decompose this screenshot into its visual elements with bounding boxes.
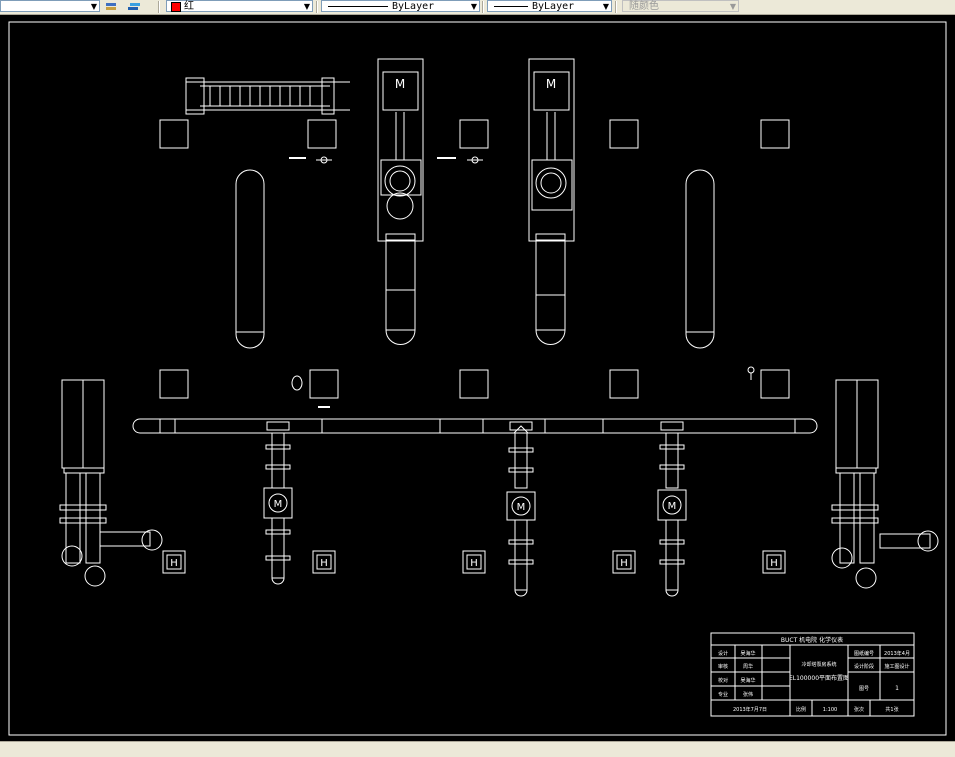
agitator-unit-right: M (528, 58, 575, 345)
support-label: H (470, 558, 478, 569)
plotstyle-dropdown[interactable]: 随颜色 ▼ (622, 0, 739, 12)
toolbar-separator (316, 1, 318, 13)
title-cell: 吴海华 (740, 677, 755, 684)
title-cell: 2013年7月7日 (733, 706, 767, 713)
vessel-left (235, 169, 265, 349)
title-cell: 图纸编号 (854, 650, 874, 657)
motor-label: M (395, 77, 405, 91)
project-name: 冷却塔泵房系统 (801, 661, 836, 668)
title-block: BUCT 机电院 化学仪表 设计 吴海华 图纸编号 2013年4月 审核 周华 … (710, 632, 915, 717)
support-label: H (770, 558, 778, 569)
linetype-preview-line (328, 6, 388, 7)
toolbar-separator (482, 1, 484, 13)
chevron-down-icon[interactable]: ▼ (471, 1, 477, 12)
layer-previous-icon[interactable] (104, 0, 118, 13)
motor-label: M (274, 499, 283, 510)
foundation-squares-top (159, 119, 790, 149)
toolbar-separator (158, 1, 160, 13)
chevron-down-icon[interactable]: ▼ (91, 1, 97, 12)
layer-states-icon[interactable] (126, 0, 142, 13)
title-cell: 审核 (718, 663, 728, 670)
vessel-right (685, 169, 715, 349)
title-cell: 1 (895, 685, 899, 692)
support-label: H (620, 558, 628, 569)
support-label: H (170, 558, 178, 569)
pump-branch-1: M (263, 421, 293, 585)
pump-branch-3: M (657, 421, 687, 597)
plotstyle-value: 随颜色 (629, 1, 659, 12)
side-pump-right (831, 379, 939, 589)
chevron-down-icon[interactable]: ▼ (304, 1, 310, 12)
color-value: 红 (184, 1, 194, 12)
support-symbols: H H H H H (162, 550, 786, 574)
drawing-border (8, 21, 947, 736)
title-cell: 吴海华 (740, 650, 755, 657)
lineweight-value: ByLayer (532, 1, 575, 12)
linetype-dropdown[interactable]: ByLayer ▼ (321, 0, 480, 12)
color-swatch-icon (171, 2, 181, 12)
motor-label: M (668, 501, 677, 512)
title-cell: 2013年4月 (884, 650, 910, 657)
agitator-unit-left: M (377, 58, 424, 345)
title-cell: 专业 (718, 691, 728, 698)
ladder-platform (185, 77, 350, 115)
layers-stack-icon (106, 3, 116, 10)
layers-icon (128, 3, 140, 10)
title-cell: 施工图设计 (884, 663, 909, 670)
status-bar (0, 741, 955, 757)
chevron-down-icon: ▼ (729, 2, 736, 11)
foundation-squares-middle (159, 366, 790, 408)
drawing-name: EL100000平面布置图 (789, 674, 849, 682)
title-cell: 张伟 (743, 691, 753, 698)
title-cell: 1:100 (823, 707, 837, 713)
pump-branch-2: M (506, 421, 536, 597)
layer-dropdown[interactable]: ▼ (0, 0, 100, 12)
linetype-value: ByLayer (392, 1, 435, 12)
lineweight-dropdown[interactable]: ByLayer ▼ (487, 0, 612, 12)
lineweight-preview-line (494, 6, 528, 7)
color-dropdown[interactable]: 红 ▼ (166, 0, 313, 12)
motor-label: M (517, 502, 526, 513)
header-pipe (132, 418, 818, 434)
title-block-header: BUCT 机电院 化学仪表 (781, 636, 843, 644)
drawing-canvas[interactable]: M M M M M H H H H H BUCT 机电院 化学仪表 设计 吴海华… (0, 15, 955, 741)
properties-toolbar: ▼ 红 ▼ ByLayer ▼ ByLayer ▼ 随颜色 ▼ (0, 0, 955, 15)
support-label: H (320, 558, 328, 569)
title-cell: 设计阶段 (854, 663, 874, 670)
title-cell: 校对 (718, 677, 728, 684)
title-cell: 图号 (859, 686, 869, 692)
title-cell: 周华 (743, 663, 753, 670)
toolbar-separator (615, 1, 617, 13)
title-cell: 比例 (796, 706, 806, 713)
title-cell: 张次 (854, 706, 864, 713)
motor-label: M (546, 77, 556, 91)
title-cell: 共1张 (885, 706, 898, 713)
side-pump-left (59, 379, 163, 587)
title-cell: 设计 (718, 650, 728, 657)
drawing-svg[interactable]: M M M M M H H H H H BUCT 机电院 化学仪表 设计 吴海华… (0, 15, 955, 741)
chevron-down-icon[interactable]: ▼ (603, 1, 609, 12)
